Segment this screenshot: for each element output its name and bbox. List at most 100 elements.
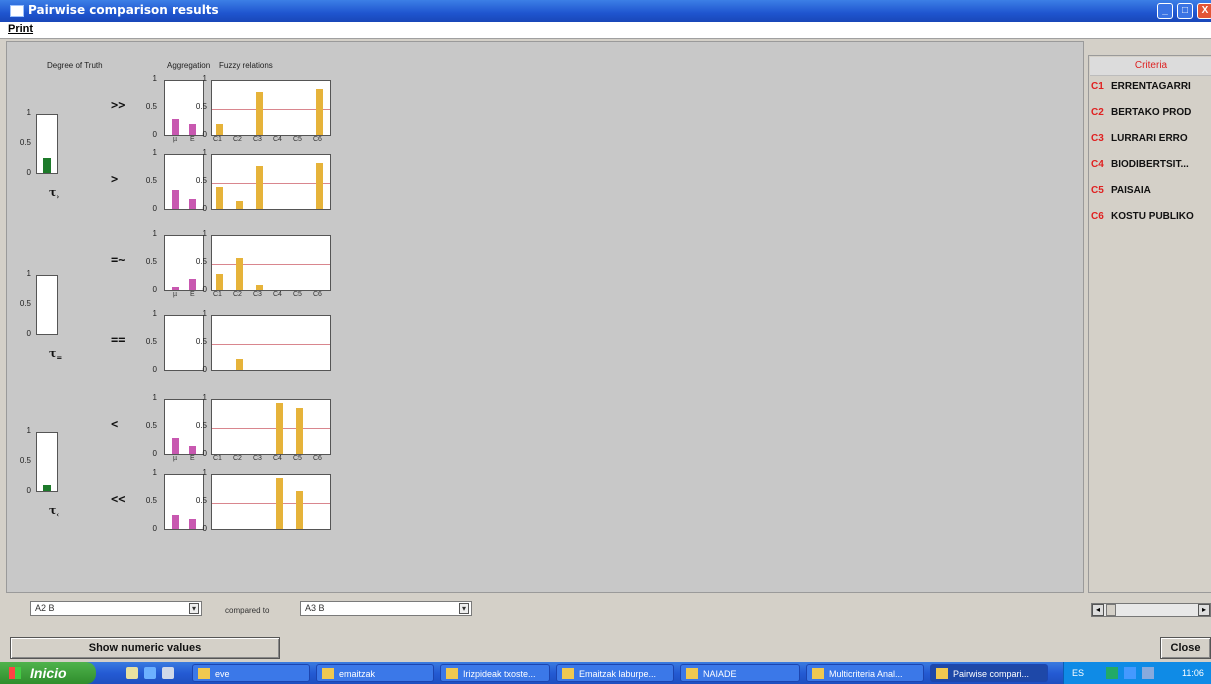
- axis-tick-label: 1: [202, 148, 207, 157]
- start-button[interactable]: Inicio: [0, 662, 96, 684]
- criterion-bar: [236, 359, 243, 370]
- app-icon: [10, 5, 24, 17]
- axis-tick-label: 1: [152, 148, 157, 157]
- volume-icon[interactable]: [1142, 667, 1154, 679]
- axis-tick-label: 0.5: [145, 176, 157, 185]
- scroll-left-icon[interactable]: ◂: [1092, 604, 1104, 616]
- taskbar-button[interactable]: Pairwise compari...: [930, 664, 1048, 682]
- axis-tick-label: 0: [152, 130, 157, 139]
- maximize-button[interactable]: □: [1177, 3, 1193, 19]
- taskbar-button[interactable]: NAIADE: [680, 664, 800, 682]
- axis-tick-label: 0: [26, 486, 31, 495]
- criteria-code: C5: [1091, 185, 1104, 196]
- tau-subscript: ›: [56, 192, 60, 202]
- title-bar: Pairwise comparison results _ □ X: [0, 0, 1211, 22]
- scroll-thumb[interactable]: [1106, 604, 1116, 616]
- criterion-bar: [256, 285, 263, 290]
- threshold-line: [212, 428, 330, 429]
- right-alternative-select[interactable]: A3 B ▾: [300, 601, 472, 616]
- criterion-bar: [216, 124, 223, 135]
- left-alternative-select[interactable]: A2 B ▾: [30, 601, 202, 616]
- threshold-line: [212, 109, 330, 110]
- close-button[interactable]: Close: [1160, 637, 1211, 659]
- language-indicator[interactable]: ES: [1072, 662, 1084, 684]
- left-alternative-value: A2 B: [35, 603, 55, 613]
- taskbar-button-label: Pairwise compari...: [953, 669, 1030, 679]
- aggregation-x-label: E: [190, 455, 195, 462]
- tau-subscript: =: [56, 353, 63, 363]
- axis-tick-label: 0: [152, 204, 157, 213]
- threshold-line: [212, 264, 330, 265]
- criteria-label: BIODIBERTSIT...: [1111, 159, 1189, 170]
- taskbar-button-label: NAIADE: [703, 669, 737, 679]
- criteria-horizontal-scrollbar[interactable]: ◂ ▸: [1091, 603, 1211, 617]
- scroll-right-icon[interactable]: ▸: [1198, 604, 1210, 616]
- criteria-item: C3 LURRARI ERRO: [1091, 133, 1211, 147]
- mu-bar: [172, 287, 179, 290]
- minimize-button[interactable]: _: [1157, 3, 1173, 19]
- axis-tick-label: 1: [152, 309, 157, 318]
- window-icon: [686, 668, 698, 679]
- aggregation-x-label: µ: [173, 455, 178, 462]
- help-icon[interactable]: [1106, 667, 1118, 679]
- criteria-code: C6: [1091, 211, 1104, 222]
- aggregation-x-label: µ: [173, 291, 178, 298]
- relation-symbol: >: [111, 172, 119, 186]
- relation-symbol: >>: [111, 98, 126, 112]
- fuzzy-relations-chart: [211, 474, 331, 530]
- media-icon[interactable]: [162, 667, 174, 679]
- axis-tick-label: 1: [202, 309, 207, 318]
- axis-tick-label: 1: [152, 74, 157, 83]
- taskbar-button-label: Emaitzak laburpe...: [579, 669, 657, 679]
- tau-label: τ›: [49, 186, 60, 202]
- criterion-x-label: C3: [253, 291, 262, 298]
- menu-print[interactable]: Print: [8, 23, 33, 35]
- axis-tick-label: 0.5: [19, 456, 31, 465]
- axis-tick-label: 0.5: [195, 421, 207, 430]
- criterion-x-label: C5: [293, 291, 302, 298]
- axis-tick-label: 0.5: [145, 102, 157, 111]
- taskbar-button[interactable]: eve: [192, 664, 310, 682]
- axis-tick-label: 0.5: [145, 421, 157, 430]
- taskbar: Inicio eve emaitzak Irizpideak txoste... Em…: [0, 662, 1211, 684]
- window-close-button[interactable]: X: [1197, 3, 1211, 19]
- criterion-bar: [316, 163, 323, 209]
- criteria-label: BERTAKO PROD: [1111, 107, 1192, 118]
- criterion-x-label: C2: [233, 455, 242, 462]
- criterion-x-label: C1: [213, 291, 222, 298]
- degree-of-truth-chart: [36, 432, 58, 492]
- header-fuzzy-relations: Fuzzy relations: [219, 61, 273, 70]
- threshold-line: [212, 183, 330, 184]
- axis-tick-label: 0.5: [195, 337, 207, 346]
- fuzzy-relations-chart: [211, 154, 331, 210]
- axis-tick-label: 0: [152, 449, 157, 458]
- taskbar-button[interactable]: emaitzak: [316, 664, 434, 682]
- tau-label: τ=: [49, 347, 63, 363]
- tau-label: τ‹: [49, 504, 60, 520]
- desktop-icon[interactable]: [126, 667, 138, 679]
- criteria-code: C2: [1091, 107, 1104, 118]
- show-numeric-values-button[interactable]: Show numeric values: [10, 637, 280, 659]
- mu-bar: [172, 515, 179, 529]
- chevron-down-icon[interactable]: ▾: [189, 603, 199, 614]
- fuzzy-relations-chart: [211, 80, 331, 136]
- taskbar-button[interactable]: Irizpideak txoste...: [440, 664, 550, 682]
- criteria-panel: Criteria C1 ERRENTAGARRI C2 BERTAKO PROD C3 L…: [1088, 55, 1211, 593]
- taskbar-button[interactable]: Emaitzak laburpe...: [556, 664, 674, 682]
- axis-tick-label: 0.5: [195, 102, 207, 111]
- tau-subscript: ‹: [56, 510, 60, 520]
- axis-tick-label: 1: [26, 269, 31, 278]
- criterion-x-label: C4: [273, 455, 282, 462]
- criterion-x-label: C6: [313, 136, 322, 143]
- mu-bar: [172, 119, 179, 135]
- taskbar-button[interactable]: Multicriteria Anal...: [806, 664, 924, 682]
- browser-icon[interactable]: [144, 667, 156, 679]
- axis-tick-label: 0.5: [195, 176, 207, 185]
- threshold-line: [212, 344, 330, 345]
- criterion-x-label: C1: [213, 455, 222, 462]
- network-icon[interactable]: [1124, 667, 1136, 679]
- compared-to-label: compared to: [225, 606, 270, 615]
- chevron-down-icon[interactable]: ▾: [459, 603, 469, 614]
- criterion-x-label: C3: [253, 455, 262, 462]
- axis-tick-label: 1: [152, 229, 157, 238]
